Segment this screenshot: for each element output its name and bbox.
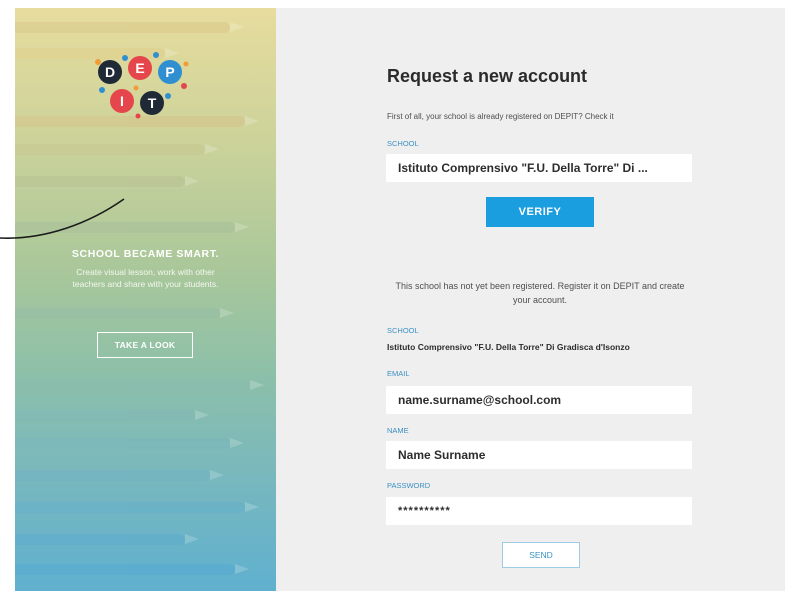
logo-letter-e: E [135,60,144,76]
school-label-2: SCHOOL [387,326,419,335]
password-label: PASSWORD [387,481,431,490]
pencil-decoration [15,470,224,481]
pencil-decoration [15,534,199,545]
pencil-decoration [15,564,249,575]
tagline: SCHOOL BECAME SMART. [71,248,220,260]
pencil-decoration [15,380,264,391]
logo-letter-p: P [165,64,174,80]
pencil-decoration [15,502,259,513]
pencil-decoration [15,176,199,187]
logo-letter-i: I [120,93,124,109]
pencil-decoration [15,144,219,155]
school-label: SCHOOL [387,139,419,148]
tagline-description: Create visual lesson, work with other te… [72,267,219,289]
page-title: Request a new account [387,66,588,86]
pencil-decoration [15,410,209,421]
name-field[interactable]: Name Surname [386,441,692,469]
send-button[interactable]: SEND [502,542,580,568]
registration-notice: This school has not yet been registered.… [395,281,685,305]
name-label: NAME [387,426,409,435]
school-full-name: Istituto Comprensivo "F.U. Della Torre" … [387,342,630,352]
promo-panel: D E P I T SCHOOL BECAME SMART. Create vi… [15,8,276,591]
registration-form: Request a new account First of all, your… [276,8,785,591]
logo-letter-d: D [105,64,115,80]
verify-button[interactable]: VERIFY [486,197,594,227]
depit-logo: D E P I T [95,52,189,119]
pencil-decoration [15,438,244,449]
take-a-look-button[interactable]: TAKE A LOOK [97,332,193,358]
school-search-input[interactable]: Istituto Comprensivo "F.U. Della Torre" … [386,154,692,182]
logo-letter-t: T [148,95,157,111]
annotation-line [0,198,125,239]
password-field[interactable]: ********** [386,497,692,525]
email-label: EMAIL [387,369,410,378]
email-field[interactable]: name.surname@school.com [386,386,692,414]
pencil-decoration [15,308,234,319]
check-hint: First of all, your school is already reg… [387,112,614,121]
pencil-decoration [15,22,244,33]
